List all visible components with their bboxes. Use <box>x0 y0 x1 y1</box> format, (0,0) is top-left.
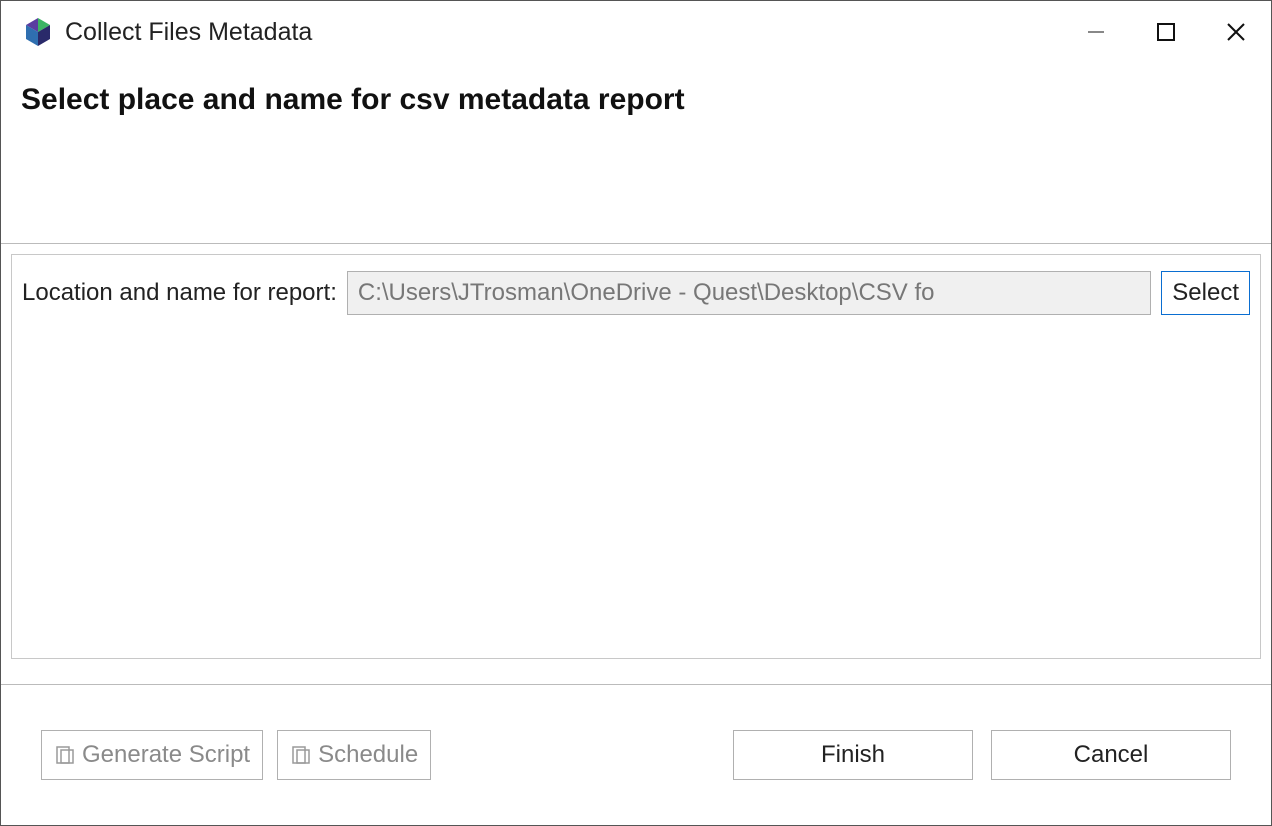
header-area: Select place and name for csv metadata r… <box>1 63 1271 243</box>
form-panel: Location and name for report: C:\Users\J… <box>11 254 1261 659</box>
maximize-button[interactable] <box>1131 1 1201 63</box>
generate-script-label: Generate Script <box>82 741 250 769</box>
page-title: Select place and name for csv metadata r… <box>21 83 1251 117</box>
report-path-input[interactable]: C:\Users\JTrosman\OneDrive - Quest\Deskt… <box>347 271 1151 315</box>
maximize-icon <box>1157 23 1175 41</box>
generate-script-button[interactable]: Generate Script <box>41 730 263 780</box>
script-icon <box>54 744 76 766</box>
minimize-button[interactable] <box>1061 1 1131 63</box>
titlebar: Collect Files Metadata <box>1 1 1271 63</box>
select-button[interactable]: Select <box>1161 271 1250 315</box>
cancel-button[interactable]: Cancel <box>991 730 1231 780</box>
window-title: Collect Files Metadata <box>65 18 312 47</box>
schedule-button[interactable]: Schedule <box>277 730 431 780</box>
finish-button[interactable]: Finish <box>733 730 973 780</box>
dialog-window: Collect Files Metadata Select place and <box>0 0 1272 826</box>
window-controls <box>1061 1 1271 63</box>
schedule-label: Schedule <box>318 741 418 769</box>
footer-left: Generate Script Schedule <box>41 730 431 780</box>
app-icon <box>21 15 55 49</box>
close-button[interactable] <box>1201 1 1271 63</box>
minimize-icon <box>1087 23 1105 41</box>
footer: Generate Script Schedule Finish Cancel <box>1 685 1271 825</box>
location-row: Location and name for report: C:\Users\J… <box>22 271 1250 315</box>
content-area: Location and name for report: C:\Users\J… <box>1 243 1271 685</box>
location-label: Location and name for report: <box>22 279 337 307</box>
close-icon <box>1226 22 1246 42</box>
footer-right: Finish Cancel <box>733 730 1231 780</box>
schedule-icon <box>290 744 312 766</box>
